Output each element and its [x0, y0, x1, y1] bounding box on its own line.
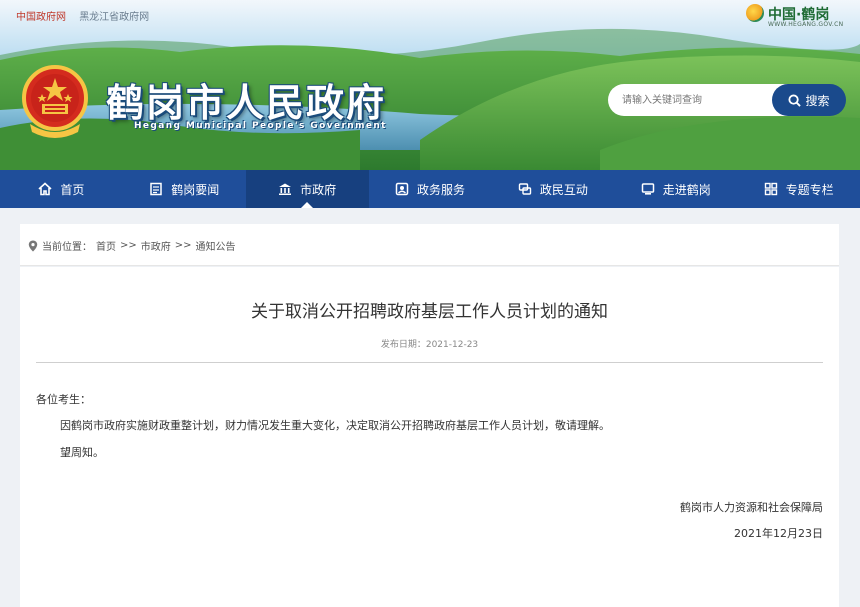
article-date: 发布日期：2021-12-23 [380, 340, 479, 350]
breadcrumb-item-government[interactable]: 市政府 [141, 238, 171, 253]
government-building-icon [279, 183, 292, 195]
article-panel: 关于取消公开招聘政府基层工作人员计划的通知 发布日期：2021-12-23 各位… [20, 267, 839, 607]
home-icon [38, 182, 52, 196]
divider [36, 362, 823, 363]
breadcrumb: 当前位置： 首页 >> 市政府 >> 通知公告 [28, 238, 236, 253]
link-china-gov[interactable]: 中国政府网 [16, 12, 66, 23]
nav-item-label: 政民互动 [539, 182, 588, 197]
site-subtitle: Hegang Municipal People's Government [134, 121, 387, 131]
national-emblem-icon [22, 65, 88, 138]
breadcrumb-prefix: 当前位置： [42, 242, 92, 253]
breadcrumb-bar: 当前位置： 首页 >> 市政府 >> 通知公告 [20, 224, 839, 266]
nav-item-interaction[interactable]: 政民互动 [491, 170, 614, 208]
article-sign-date: 2021年12月23日 [734, 527, 823, 540]
article-closing: 望周知。 [60, 446, 104, 459]
article-body: 因鹤岗市政府实施财政重整计划，财力情况发生重大变化，决定取消公开招聘政府基层工作… [60, 419, 610, 432]
article-greeting: 各位考生： [36, 393, 91, 406]
main-nav: 首页 鹤岗要闻 市政府 政务服务 政民互动 走进鹤岗 专题专栏 [0, 170, 860, 208]
article-signature: 鹤岗市人力资源和社会保障局 [680, 501, 823, 514]
location-pin-icon [28, 240, 38, 251]
grid-icon [764, 182, 777, 196]
chat-icon [518, 183, 532, 195]
news-icon [150, 182, 163, 196]
nav-item-label: 走进鹤岗 [662, 182, 711, 197]
article-title: 关于取消公开招聘政府基层工作人员计划的通知 [251, 302, 608, 322]
breadcrumb-separator: >> [174, 240, 192, 251]
header-banner: 中国政府网 黑龙江省政府网 中国·鹤岗 WWW.HEGANG.GOV.CN 鹤岗… [0, 0, 860, 170]
nav-item-news[interactable]: 鹤岗要闻 [123, 170, 246, 208]
nav-item-label: 市政府 [300, 182, 337, 197]
nav-item-label: 鹤岗要闻 [171, 182, 220, 197]
search-button[interactable]: 搜索 [772, 84, 846, 116]
top-links: 中国政府网 黑龙江省政府网 [16, 8, 159, 23]
hegang-logo[interactable]: 中国·鹤岗 WWW.HEGANG.GOV.CN [746, 2, 846, 30]
nav-item-home[interactable]: 首页 [0, 170, 123, 208]
nav-item-label: 首页 [60, 182, 85, 197]
nav-item-about-hegang[interactable]: 走进鹤岗 [614, 170, 737, 208]
search-icon [788, 93, 802, 107]
monitor-icon [641, 183, 654, 195]
breadcrumb-separator: >> [120, 240, 137, 251]
hegang-logo-icon [746, 4, 764, 22]
nav-item-special-topics[interactable]: 专题专栏 [737, 170, 860, 208]
link-heilongjiang-gov[interactable]: 黑龙江省政府网 [79, 12, 149, 23]
site-title: 鹤岗市人民政府 [106, 80, 387, 125]
nav-item-government[interactable]: 市政府 [245, 170, 369, 208]
service-icon [395, 182, 409, 196]
search-box: 搜索 [608, 84, 846, 116]
hegang-logo-domain: WWW.HEGANG.GOV.CN [768, 21, 844, 28]
top-bar: 中国政府网 黑龙江省政府网 中国·鹤岗 WWW.HEGANG.GOV.CN [0, 0, 860, 28]
nav-item-services[interactable]: 政务服务 [369, 170, 492, 208]
breadcrumb-item-home[interactable]: 首页 [96, 238, 116, 253]
nav-item-label: 专题专栏 [785, 182, 834, 197]
nav-item-label: 政务服务 [417, 182, 466, 197]
search-button-label: 搜索 [805, 93, 830, 108]
breadcrumb-item-notices[interactable]: 通知公告 [196, 238, 236, 253]
